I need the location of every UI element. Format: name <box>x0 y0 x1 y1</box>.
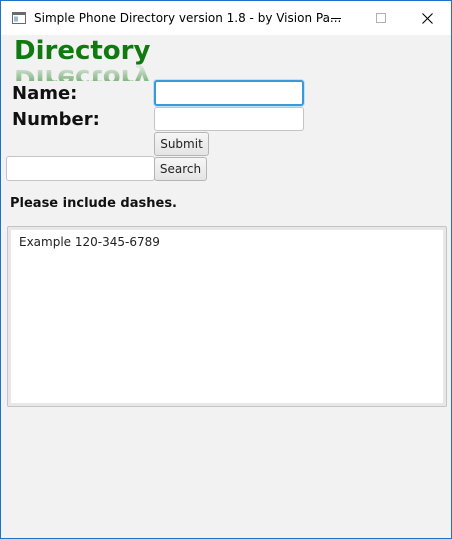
maximize-button[interactable] <box>358 1 404 35</box>
window-title: Simple Phone Directory version 1.8 - by … <box>34 11 342 25</box>
app-window-icon <box>12 12 26 24</box>
close-button[interactable] <box>404 1 450 35</box>
number-input[interactable] <box>154 107 304 131</box>
name-input[interactable] <box>154 80 304 106</box>
app-window: Simple Phone Directory version 1.8 - by … <box>1 1 451 538</box>
page-title-reflection: Directory <box>14 63 150 81</box>
minimize-icon <box>331 18 341 19</box>
name-label: Name: <box>12 83 78 104</box>
number-label: Number: <box>12 109 100 130</box>
minimize-button[interactable] <box>313 1 359 35</box>
search-button[interactable]: Search <box>154 157 207 181</box>
search-input[interactable] <box>6 156 155 181</box>
output-area[interactable]: Example 120-345-6789 <box>7 226 447 407</box>
dash-hint-text: Please include dashes. <box>10 196 177 211</box>
page-title-reflection-text: Directory <box>14 63 151 81</box>
maximize-icon <box>376 13 386 23</box>
close-icon <box>421 12 433 24</box>
submit-button[interactable]: Submit <box>154 132 209 156</box>
page-title: Directory <box>14 36 151 66</box>
output-area-content[interactable]: Example 120-345-6789 <box>11 230 443 403</box>
title-bar[interactable]: Simple Phone Directory version 1.8 - by … <box>1 1 451 35</box>
output-text: Example 120-345-6789 <box>19 235 160 249</box>
